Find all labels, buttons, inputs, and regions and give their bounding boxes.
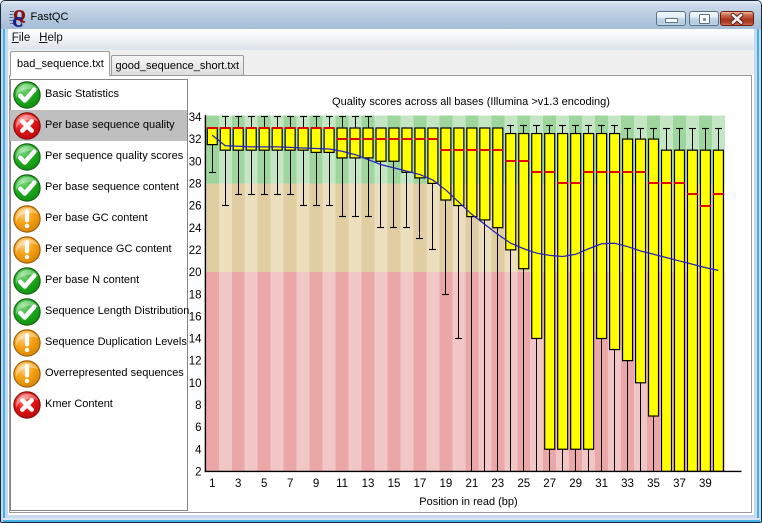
svg-text:12: 12 xyxy=(189,356,202,368)
svg-text:32: 32 xyxy=(189,134,202,146)
svg-text:33: 33 xyxy=(621,478,634,490)
svg-text:7: 7 xyxy=(287,478,293,490)
svg-text:31: 31 xyxy=(595,478,608,490)
svg-text:22: 22 xyxy=(189,245,202,257)
svg-text:30: 30 xyxy=(189,156,202,168)
svg-text:11: 11 xyxy=(336,478,348,490)
svg-text:29: 29 xyxy=(569,478,582,490)
svg-text:10: 10 xyxy=(189,378,202,390)
svg-text:17: 17 xyxy=(414,478,427,490)
svg-text:21: 21 xyxy=(465,478,478,490)
svg-text:26: 26 xyxy=(189,201,202,213)
svg-text:37: 37 xyxy=(673,478,686,490)
svg-text:39: 39 xyxy=(699,478,712,490)
svg-text:23: 23 xyxy=(491,478,504,490)
svg-text:18: 18 xyxy=(189,289,202,301)
svg-text:20: 20 xyxy=(189,267,202,279)
svg-text:28: 28 xyxy=(189,179,202,191)
svg-text:5: 5 xyxy=(261,478,267,490)
svg-text:25: 25 xyxy=(517,478,530,490)
svg-text:16: 16 xyxy=(189,311,202,323)
svg-text:8: 8 xyxy=(195,400,201,412)
svg-text:1: 1 xyxy=(209,478,215,490)
svg-text:13: 13 xyxy=(362,478,375,490)
svg-text:Quality scores across all base: Quality scores across all bases (Illumin… xyxy=(332,96,610,108)
svg-text:3: 3 xyxy=(235,478,241,490)
svg-text:19: 19 xyxy=(439,478,452,490)
svg-text:Position in read (bp): Position in read (bp) xyxy=(419,496,517,508)
svg-text:34: 34 xyxy=(189,112,202,124)
svg-text:24: 24 xyxy=(189,223,202,235)
svg-text:6: 6 xyxy=(195,422,201,434)
svg-text:27: 27 xyxy=(543,478,556,490)
svg-text:9: 9 xyxy=(313,478,319,490)
svg-text:14: 14 xyxy=(189,334,202,346)
svg-text:4: 4 xyxy=(195,444,202,456)
svg-text:C: C xyxy=(13,15,23,28)
svg-text:35: 35 xyxy=(647,478,660,490)
svg-text:15: 15 xyxy=(388,478,401,490)
svg-text:2: 2 xyxy=(195,467,201,479)
